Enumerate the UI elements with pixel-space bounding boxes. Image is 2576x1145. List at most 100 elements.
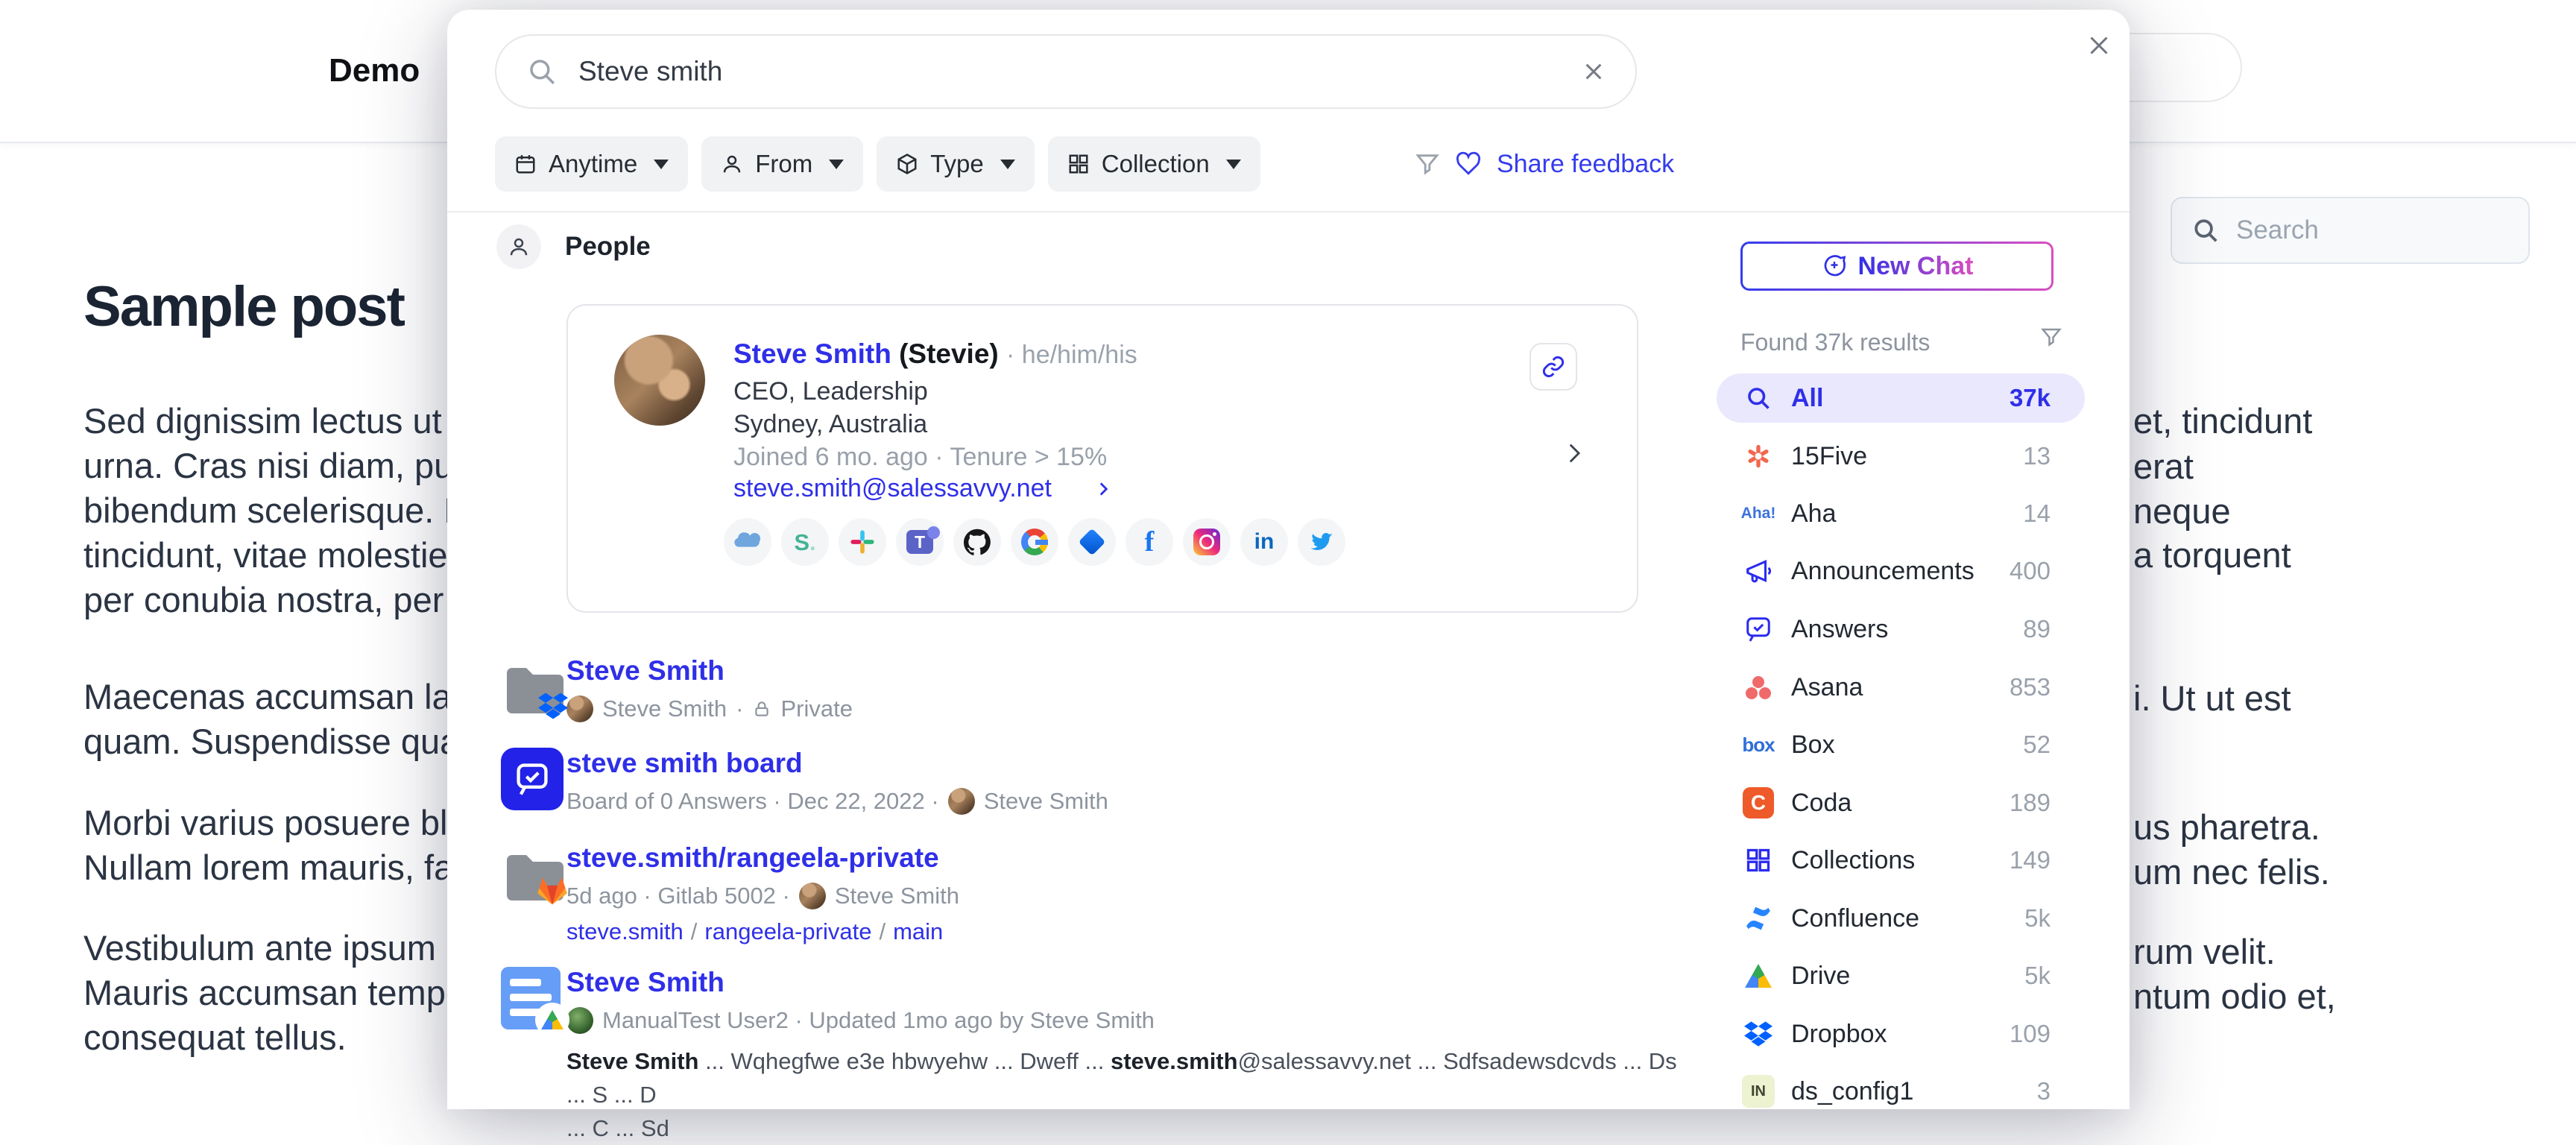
folder-icon — [501, 850, 564, 900]
chevron-right-icon[interactable] — [1093, 479, 1113, 499]
filter-collection[interactable]: Collection — [1048, 136, 1260, 192]
article-paragraph: Vestibulum ante ipsum primMauris accumsa… — [83, 926, 471, 1060]
facet-ds-config1[interactable]: IN ds_config13 — [1717, 1067, 2085, 1116]
page-title: Sample post — [83, 274, 404, 339]
result-title-link[interactable]: steve smith board — [566, 746, 803, 780]
asana-icon — [1742, 671, 1775, 704]
article-line-fragment: rum velit. — [2133, 930, 2276, 974]
facet-announcements[interactable]: Announcements400 — [1717, 546, 2085, 596]
heart-icon[interactable] — [1455, 151, 1482, 177]
google-icon[interactable] — [1011, 518, 1058, 566]
person-location: Sydney, Australia — [733, 410, 927, 439]
article-line-fragment: us pharetra. — [2133, 805, 2320, 850]
result-snippet: Steve Smith ... Wqhegfwe e3e hbwyehw ...… — [566, 1044, 1685, 1145]
page-search-box[interactable] — [2171, 197, 2530, 264]
article-line-fragment: a torquent — [2133, 533, 2291, 578]
collections-icon — [1742, 844, 1775, 877]
facet-box[interactable]: box Box52 — [1717, 720, 2085, 769]
breadcrumb-link[interactable]: rangeela-private — [704, 918, 871, 944]
person-tenure: Joined 6 mo. ago · Tenure > 15% — [733, 443, 1107, 472]
search-result: Steve Smith ManualTest User2 · Updated 1… — [495, 965, 1658, 1145]
result-title-link[interactable]: Steve Smith — [566, 965, 724, 1000]
twitter-icon[interactable] — [1298, 518, 1345, 566]
search-icon — [1745, 385, 1772, 411]
article-paragraph: Sed dignissim lectus ut tinciurna. Cras … — [83, 399, 471, 622]
search-result: Steve Smith Steve Smith· Private — [495, 654, 1658, 722]
cube-icon — [896, 153, 918, 175]
instagram-icon[interactable] — [1183, 518, 1231, 566]
person-role: CEO, Leadership — [733, 377, 928, 406]
results-sidebar: New Chat Found 37k results All37k 15Five… — [1717, 10, 2085, 1109]
linkedin-icon[interactable]: in — [1240, 518, 1288, 566]
funnel-icon[interactable] — [2040, 326, 2062, 348]
breadcrumb-link[interactable]: main — [893, 918, 943, 944]
article-line-fragment: erat — [2133, 444, 2194, 489]
megaphone-icon — [1742, 555, 1775, 587]
confluence-icon — [1742, 902, 1775, 935]
15five-icon — [1742, 440, 1775, 473]
funnel-icon[interactable] — [1415, 151, 1440, 177]
article-paragraph: Maecenas accumsan lacus squam. Suspendis… — [83, 675, 471, 764]
close-icon[interactable] — [2081, 28, 2117, 63]
box-icon: box — [1742, 728, 1775, 761]
social-links: S. T f in — [724, 518, 1345, 566]
person-name-link[interactable]: Steve Smith — [733, 338, 891, 369]
filter-chips: Anytime From Type Collection — [495, 136, 1260, 192]
article-line-fragment: neque — [2133, 489, 2231, 534]
ds-config-icon: IN — [1742, 1075, 1775, 1108]
search-result: steve.smith/rangeela-private 5d ago · Gi… — [495, 841, 1658, 945]
avatar — [566, 1007, 593, 1034]
results-count: Found 37k results — [1740, 329, 1930, 356]
result-title-link[interactable]: steve.smith/rangeela-private — [566, 841, 939, 875]
site-logo[interactable]: Demo — [329, 0, 420, 142]
person-nickname: (Stevie) — [899, 338, 999, 369]
github-icon[interactable] — [953, 518, 1001, 566]
salesforce-icon[interactable] — [724, 518, 771, 566]
breadcrumb-link[interactable]: steve.smith — [566, 918, 684, 944]
microsoft-teams-icon[interactable]: T — [896, 518, 944, 566]
search-icon — [2191, 216, 2220, 245]
facet-all[interactable]: All37k — [1717, 373, 2085, 423]
avatar — [799, 883, 826, 909]
share-feedback-link[interactable]: Share feedback — [1497, 150, 1674, 179]
facet-15five[interactable]: 15Five13 — [1717, 432, 2085, 481]
filter-from[interactable]: From — [701, 136, 863, 192]
facet-asana[interactable]: Asana853 — [1717, 663, 2085, 712]
facet-collections[interactable]: Collections149 — [1717, 836, 2085, 885]
facet-aha[interactable]: Aha! Aha14 — [1717, 489, 2085, 538]
calendar-icon — [514, 153, 537, 175]
chevron-down-icon — [829, 160, 844, 169]
facet-confluence[interactable]: Confluence5k — [1717, 894, 2085, 943]
person-icon — [721, 153, 743, 175]
slack-icon[interactable] — [839, 518, 886, 566]
expand-person-chevron[interactable] — [1561, 438, 1586, 468]
breadcrumb: steve.smith/rangeela-private/main — [566, 918, 1658, 945]
google-docs-icon — [501, 967, 561, 1029]
article-line-fragment: ntum odio et, — [2133, 974, 2336, 1019]
page-search-input[interactable] — [2236, 215, 2490, 245]
jira-icon[interactable] — [1068, 518, 1116, 566]
new-chat-button[interactable]: New Chat — [1740, 242, 2053, 291]
facet-drive[interactable]: Drive5k — [1717, 951, 2085, 1000]
modal-search-bar[interactable] — [495, 34, 1637, 109]
clear-search-icon[interactable] — [1582, 60, 1606, 83]
copy-profile-link-button[interactable] — [1530, 343, 1577, 391]
person-icon — [496, 224, 541, 269]
gitlab-badge-icon — [537, 877, 568, 906]
facet-dropbox[interactable]: Dropbox109 — [1717, 1009, 2085, 1059]
facet-answers[interactable]: Answers89 — [1717, 605, 2085, 654]
s-dot-icon[interactable]: S. — [781, 518, 829, 566]
result-title-link[interactable]: Steve Smith — [566, 654, 724, 688]
chevron-down-icon — [654, 160, 669, 169]
facet-coda[interactable]: C Coda189 — [1717, 778, 2085, 827]
filter-anytime[interactable]: Anytime — [495, 136, 688, 192]
filter-type[interactable]: Type — [877, 136, 1035, 192]
chevron-down-icon — [1000, 160, 1015, 169]
article-line-fragment: et, tincidunt — [2133, 399, 2312, 444]
answers-icon — [1742, 613, 1775, 646]
facebook-icon[interactable]: f — [1126, 518, 1173, 566]
person-email-link[interactable]: steve.smith@salessavvy.net — [733, 474, 1052, 503]
search-icon — [526, 56, 558, 87]
avatar[interactable] — [614, 335, 705, 426]
modal-search-input[interactable] — [578, 56, 1561, 87]
